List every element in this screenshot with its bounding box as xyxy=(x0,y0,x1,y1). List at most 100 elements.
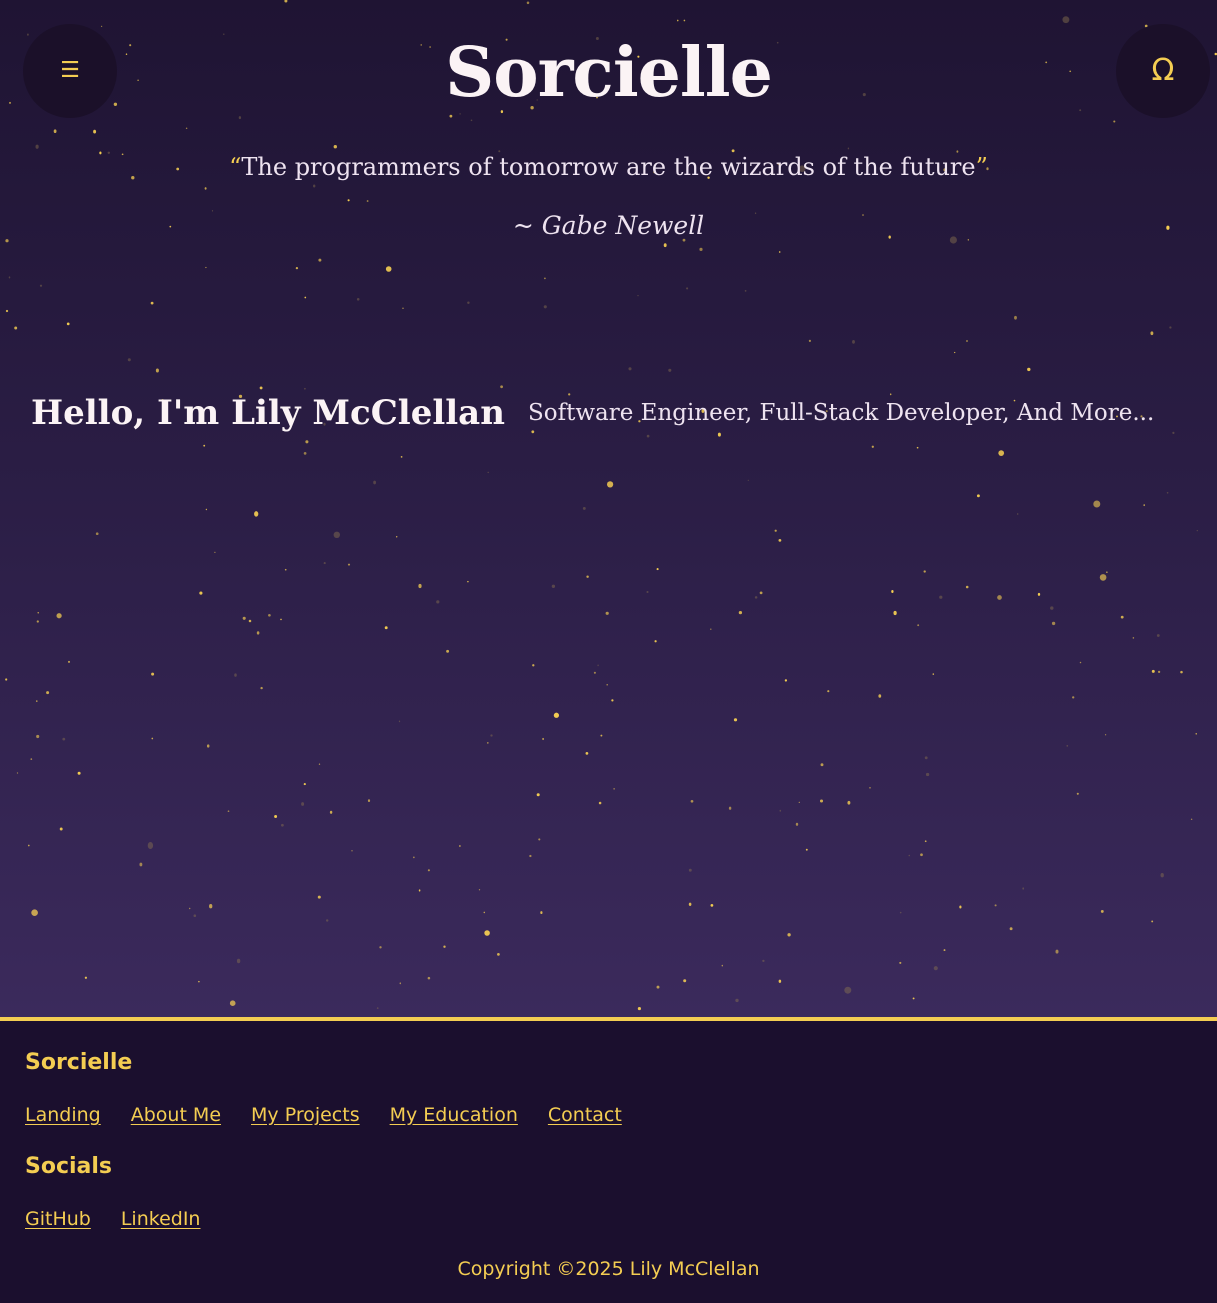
star xyxy=(1009,927,1013,931)
star xyxy=(366,200,369,202)
footer-link-github[interactable]: GitHub xyxy=(25,1205,91,1233)
intro-greeting: Hello, I'm Lily McClellan xyxy=(31,393,505,433)
star xyxy=(229,1000,236,1007)
star xyxy=(721,964,723,967)
star xyxy=(199,591,203,595)
star xyxy=(1180,670,1183,674)
star xyxy=(303,783,306,786)
star xyxy=(820,763,824,767)
footer-link-contact[interactable]: Contact xyxy=(548,1101,622,1129)
quote: “The programmers of tomorrow are the wiz… xyxy=(0,150,1217,184)
star xyxy=(303,452,307,455)
footer-link-landing[interactable]: Landing xyxy=(25,1101,101,1129)
star xyxy=(871,445,874,448)
star xyxy=(418,889,421,892)
star xyxy=(637,1007,641,1011)
star xyxy=(844,986,852,994)
star xyxy=(373,480,377,485)
star xyxy=(893,610,897,616)
star xyxy=(304,296,307,299)
footer-link-linkedin[interactable]: LinkedIn xyxy=(121,1205,201,1233)
footer-link-my-projects[interactable]: My Projects xyxy=(251,1101,360,1129)
star xyxy=(1151,669,1155,673)
star xyxy=(878,694,882,698)
omega-button[interactable]: Ω xyxy=(1116,24,1210,118)
star xyxy=(30,758,33,760)
star xyxy=(67,660,71,663)
star xyxy=(384,626,388,630)
star xyxy=(39,284,43,287)
star xyxy=(151,737,154,740)
star xyxy=(395,536,398,538)
star xyxy=(646,434,650,438)
quote-author: ~ Gabe Newell xyxy=(512,211,705,240)
star xyxy=(325,919,329,922)
star xyxy=(908,854,911,857)
star xyxy=(5,678,8,681)
star xyxy=(916,446,919,449)
star xyxy=(551,584,556,588)
star xyxy=(84,976,88,979)
star xyxy=(467,301,470,304)
star xyxy=(295,266,299,270)
star xyxy=(1050,606,1054,610)
star xyxy=(1156,634,1160,637)
star xyxy=(209,904,213,909)
star xyxy=(1014,315,1017,320)
star xyxy=(27,844,30,847)
star xyxy=(347,563,351,566)
star xyxy=(784,679,788,682)
star xyxy=(688,868,692,872)
star xyxy=(150,301,154,305)
star xyxy=(899,911,902,914)
star xyxy=(1022,887,1025,890)
star xyxy=(943,949,946,952)
star xyxy=(1169,326,1172,329)
star xyxy=(1132,637,1135,639)
star xyxy=(778,979,782,983)
copyright-text: Copyright ©2025 Lily McClellan xyxy=(457,1258,760,1280)
star xyxy=(8,276,11,279)
star xyxy=(356,298,360,301)
star xyxy=(543,305,547,309)
star xyxy=(654,640,657,643)
star xyxy=(1157,670,1161,674)
footer-socials-heading: Socials xyxy=(25,1154,113,1179)
star xyxy=(1172,431,1175,434)
star xyxy=(459,845,461,847)
star xyxy=(376,1007,379,1009)
star xyxy=(93,129,97,134)
star xyxy=(318,258,322,262)
star xyxy=(318,763,321,765)
star xyxy=(544,277,546,280)
star xyxy=(402,307,404,309)
star xyxy=(637,294,639,297)
star xyxy=(628,367,632,371)
star xyxy=(66,322,70,326)
star xyxy=(998,450,1005,456)
star xyxy=(869,787,871,789)
star xyxy=(1027,367,1031,372)
star xyxy=(774,529,777,532)
star xyxy=(795,822,799,826)
star xyxy=(532,664,535,667)
star xyxy=(808,339,812,342)
footer-nav: Landing About Me My Projects My Educatio… xyxy=(25,1101,622,1129)
star xyxy=(260,686,263,690)
star xyxy=(677,19,679,22)
star xyxy=(204,187,207,190)
star xyxy=(1076,792,1079,795)
footer-link-about-me[interactable]: About Me xyxy=(131,1101,221,1129)
star xyxy=(62,737,66,741)
star xyxy=(100,25,103,28)
star xyxy=(1106,571,1108,573)
star xyxy=(147,842,154,849)
star xyxy=(36,734,40,739)
star xyxy=(205,266,207,269)
star xyxy=(688,902,692,906)
star xyxy=(427,976,431,980)
footer-link-my-education[interactable]: My Education xyxy=(390,1101,518,1129)
star xyxy=(656,568,659,571)
star xyxy=(585,752,589,755)
star xyxy=(779,809,782,812)
